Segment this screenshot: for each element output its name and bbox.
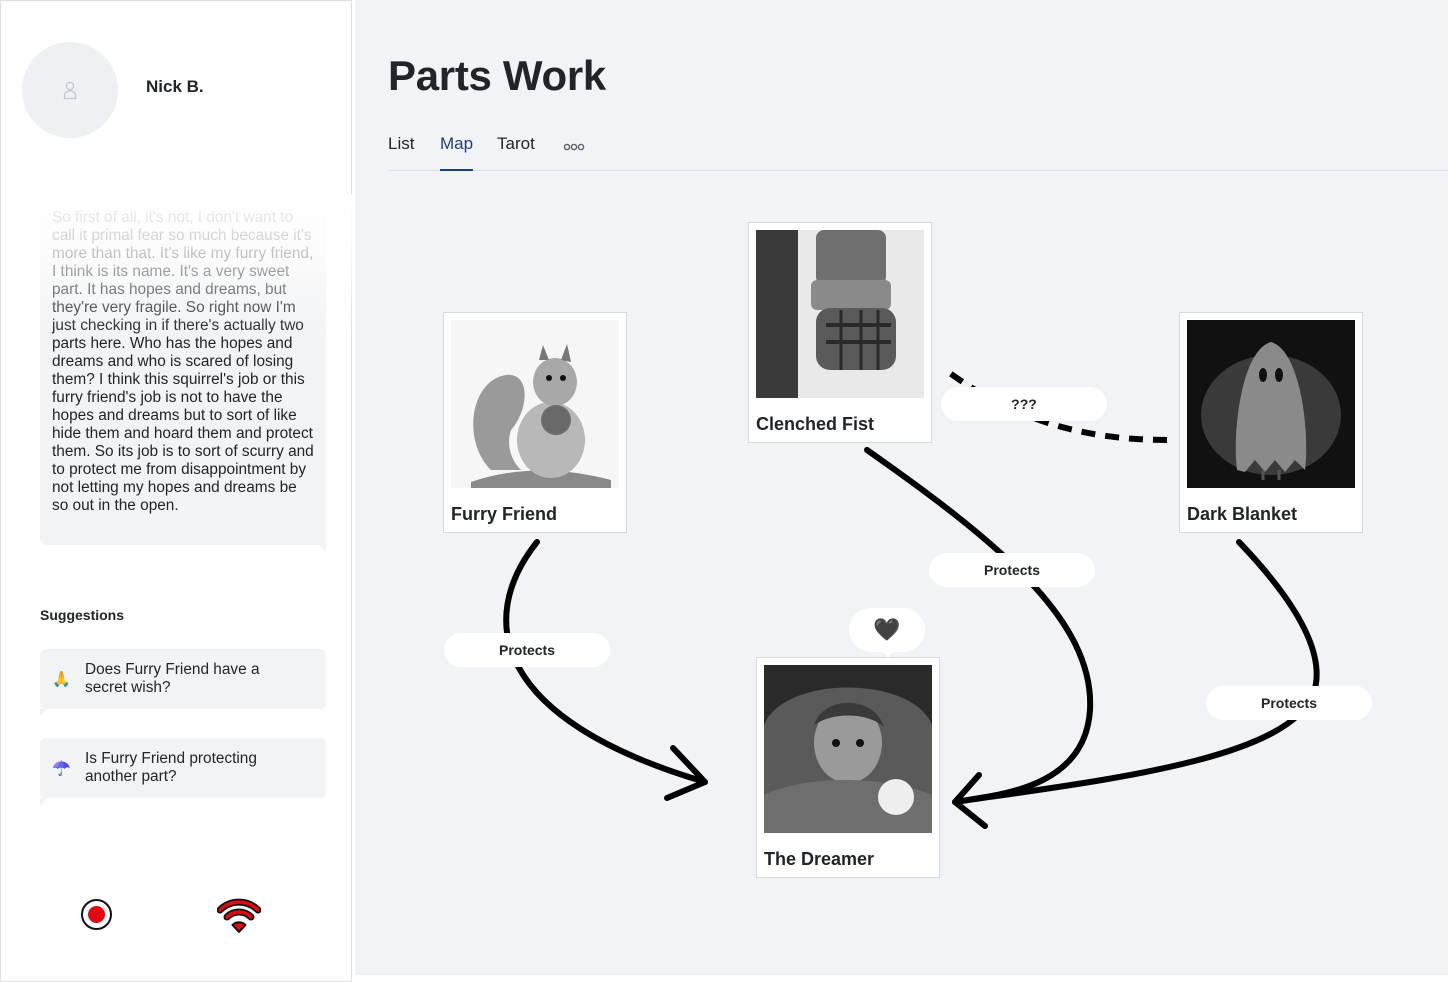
transcript-message: So first of all, it's not, I don't want … <box>40 199 326 545</box>
main-area: Parts Work List Map Tarot Protects Prote… <box>355 0 1448 975</box>
dreamer-heart-badge[interactable]: 🖤 <box>849 608 925 652</box>
suggestion-item[interactable]: ☂️ Is Furry Friend protecting another pa… <box>40 738 326 798</box>
part-name: Clenched Fist <box>756 414 875 434</box>
part-card-furry-friend[interactable]: Furry Friend <box>443 312 627 533</box>
avatar[interactable] <box>22 42 118 138</box>
edge-label-protects[interactable]: Protects <box>444 633 610 667</box>
edge-label-unknown[interactable]: ??? <box>941 387 1107 421</box>
wifi-signal-icon[interactable] <box>217 898 261 934</box>
transcript-bubble-tail <box>319 545 326 553</box>
sidebar: Nick B. So first of all, it's not, I don… <box>0 0 352 982</box>
suggestion-item[interactable]: 🙏 Does Furry Friend have a secret wish? <box>40 649 326 709</box>
record-button[interactable] <box>81 899 112 930</box>
part-card-the-dreamer[interactable]: The Dreamer <box>756 657 940 878</box>
clenched-fist-image <box>756 230 924 398</box>
edge-label-protects[interactable]: Protects <box>1206 686 1372 720</box>
edge-label-protects[interactable]: Protects <box>929 553 1095 587</box>
suggestion-text: Is Furry Friend protecting another part? <box>85 750 257 785</box>
suggestion-text: Does Furry Friend have a secret wish? <box>85 661 260 696</box>
squirrel-image <box>451 320 619 488</box>
part-card-dark-blanket[interactable]: Dark Blanket <box>1179 312 1363 533</box>
ghost-image <box>1187 320 1355 488</box>
praying-hands-icon: 🙏 <box>52 671 71 688</box>
umbrella-icon: ☂️ <box>52 760 71 777</box>
suggestions-heading: Suggestions <box>40 607 125 623</box>
suggestion-bubble-tail <box>40 709 47 717</box>
heart-badge-tail <box>882 651 894 658</box>
part-name: Dark Blanket <box>1187 504 1298 524</box>
part-name: Furry Friend <box>451 504 558 524</box>
record-icon <box>88 906 105 923</box>
dreamer-image <box>764 665 932 833</box>
part-card-clenched-fist[interactable]: Clenched Fist <box>748 222 932 443</box>
black-heart-icon: 🖤 <box>873 617 901 642</box>
user-name: Nick B. <box>146 77 204 96</box>
suggestion-bubble-tail <box>40 798 47 806</box>
user-icon <box>63 81 77 100</box>
part-name: The Dreamer <box>764 849 875 869</box>
